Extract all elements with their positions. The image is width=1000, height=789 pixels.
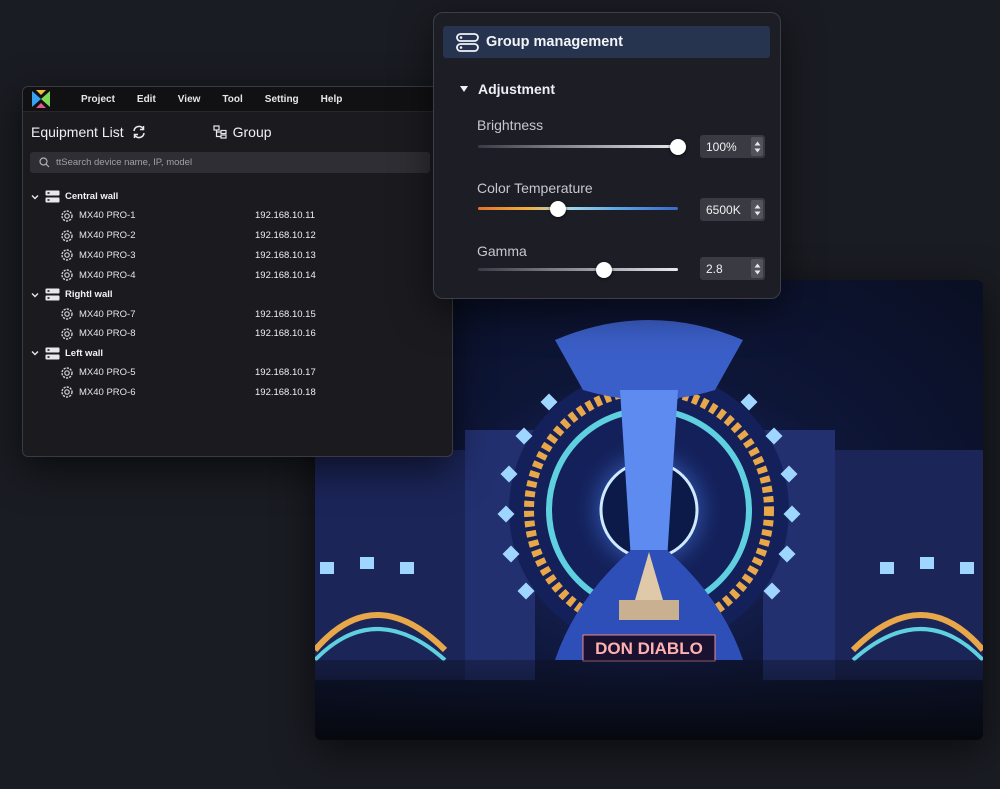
menubar: Project Edit View Tool Setting Help xyxy=(23,87,452,112)
device-ip: 192.168.10.17 xyxy=(255,367,316,379)
device-group-name: Left wall xyxy=(65,347,104,359)
search-icon xyxy=(39,157,50,168)
device-row[interactable]: MX40 PRO-7 192.168.10.15 xyxy=(23,304,452,324)
menu-tool[interactable]: Tool xyxy=(211,94,253,105)
device-ip: 192.168.10.13 xyxy=(255,249,316,261)
device-name: MX40 PRO-1 xyxy=(79,210,136,222)
device-ip: 192.168.10.11 xyxy=(255,210,316,222)
app-logo-icon xyxy=(32,90,50,108)
gamma-slider-thumb[interactable] xyxy=(596,262,612,278)
equipment-list-title: Equipment List xyxy=(31,124,124,140)
server-rack-icon xyxy=(45,190,60,203)
hierarchy-icon xyxy=(213,125,227,139)
adjustment-section-toggle[interactable]: Adjustment xyxy=(459,81,555,97)
device-name: MX40 PRO-8 xyxy=(79,328,136,340)
device-ip: 192.168.10.15 xyxy=(255,308,316,320)
stepper-up-icon[interactable] xyxy=(754,263,761,268)
brightness-slider-thumb[interactable] xyxy=(670,139,686,155)
device-ip: 192.168.10.14 xyxy=(255,269,316,281)
brightness-stepper-arrows[interactable] xyxy=(751,137,763,156)
device-ip: 192.168.10.16 xyxy=(255,328,316,340)
device-cog-icon xyxy=(61,366,73,379)
menu-project[interactable]: Project xyxy=(70,94,126,105)
search-input[interactable] xyxy=(56,157,416,168)
chevron-down-icon[interactable] xyxy=(31,291,39,299)
chevron-down-icon[interactable] xyxy=(31,349,39,357)
device-cog-icon xyxy=(61,269,73,281)
menu-edit[interactable]: Edit xyxy=(126,94,167,105)
device-name: MX40 PRO-3 xyxy=(79,249,136,261)
menu-setting[interactable]: Setting xyxy=(254,94,310,105)
device-row[interactable]: MX40 PRO-5 192.168.10.17 xyxy=(23,363,452,383)
device-group-name: Rightl wall xyxy=(65,289,113,301)
device-ip: 192.168.10.18 xyxy=(255,386,316,398)
color-temperature-stepper[interactable]: 6500K xyxy=(700,198,765,221)
group-management-panel: Group management Adjustment Brightness 1… xyxy=(433,12,781,299)
device-name: MX40 PRO-6 xyxy=(79,386,136,398)
color-temperature-value[interactable]: 6500K xyxy=(700,203,751,217)
chevron-down-icon[interactable] xyxy=(31,193,39,201)
color-temperature-stepper-arrows[interactable] xyxy=(751,200,763,219)
gamma-stepper[interactable]: 2.8 xyxy=(700,257,765,280)
gamma-value[interactable]: 2.8 xyxy=(700,262,751,276)
device-cog-icon xyxy=(61,386,73,399)
device-group-row[interactable]: Central wall xyxy=(23,187,452,206)
device-cog-icon xyxy=(61,229,73,242)
gamma-label: Gamma xyxy=(477,243,527,259)
device-tree: Central wall MX40 PRO-1 192.168.10.11 MX40 … xyxy=(23,187,452,402)
brightness-stepper[interactable]: 100% xyxy=(700,135,765,158)
device-row[interactable]: MX40 PRO-2 192.168.10.12 xyxy=(23,226,452,246)
device-group-row[interactable]: Left wall xyxy=(23,344,452,363)
menu-view[interactable]: View xyxy=(167,94,212,105)
device-cog-icon xyxy=(61,210,73,222)
brightness-value[interactable]: 100% xyxy=(700,140,751,154)
brightness-label: Brightness xyxy=(477,117,544,133)
equipment-window: Project Edit View Tool Setting Help Equi… xyxy=(22,86,453,457)
device-row[interactable]: MX40 PRO-6 192.168.10.18 xyxy=(23,383,452,403)
device-cog-icon xyxy=(61,308,73,320)
group-button-label: Group xyxy=(232,124,272,140)
device-group-row[interactable]: Rightl wall xyxy=(23,285,452,304)
group-management-title: Group management xyxy=(486,34,623,50)
device-search xyxy=(30,152,430,173)
group-button[interactable]: Group xyxy=(213,124,272,140)
device-row[interactable]: MX40 PRO-4 192.168.10.14 xyxy=(23,265,452,285)
color-temperature-label: Color Temperature xyxy=(477,180,593,196)
color-temperature-slider[interactable] xyxy=(478,201,678,217)
stepper-down-icon[interactable] xyxy=(754,148,761,153)
device-cog-icon xyxy=(61,249,73,262)
brightness-slider[interactable] xyxy=(478,139,686,155)
caret-down-icon xyxy=(460,86,468,92)
device-name: MX40 PRO-7 xyxy=(79,308,136,320)
adjustment-title: Adjustment xyxy=(478,81,555,97)
server-rack-icon xyxy=(45,288,60,301)
device-group-name: Central wall xyxy=(65,191,119,202)
gamma-stepper-arrows[interactable] xyxy=(751,259,763,278)
stepper-down-icon[interactable] xyxy=(754,270,761,275)
device-name: MX40 PRO-5 xyxy=(79,367,136,379)
device-name: MX40 PRO-2 xyxy=(79,230,136,242)
server-rack-icon xyxy=(45,347,60,360)
stage-sign-text: DON DIABLO xyxy=(595,639,703,658)
device-ip: 192.168.10.12 xyxy=(255,230,316,242)
stepper-down-icon[interactable] xyxy=(754,211,761,216)
server-rack-icon xyxy=(456,32,479,52)
device-cog-icon xyxy=(61,328,73,340)
menu-help[interactable]: Help xyxy=(310,94,354,105)
color-temperature-slider-thumb[interactable] xyxy=(550,201,566,217)
device-name: MX40 PRO-4 xyxy=(79,269,136,281)
refresh-icon[interactable] xyxy=(131,124,147,140)
device-row[interactable]: MX40 PRO-8 192.168.10.16 xyxy=(23,324,452,344)
stepper-up-icon[interactable] xyxy=(754,204,761,209)
gamma-slider[interactable] xyxy=(478,262,678,278)
device-row[interactable]: MX40 PRO-1 192.168.10.11 xyxy=(23,206,452,226)
stepper-up-icon[interactable] xyxy=(754,141,761,146)
equipment-panel-header: Equipment List Group xyxy=(23,112,452,152)
group-management-header: Group management xyxy=(443,26,770,58)
device-row[interactable]: MX40 PRO-3 192.168.10.13 xyxy=(23,246,452,266)
